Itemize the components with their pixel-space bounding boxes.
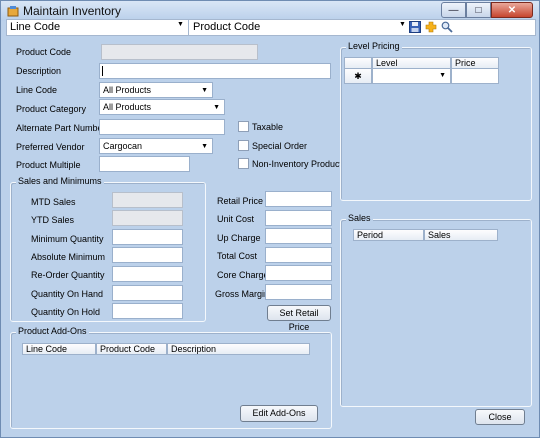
product-addons-title: Product Add-Ons [16, 326, 89, 336]
product-code-combo[interactable]: Product Code [193, 21, 260, 33]
product-category-label: Product Category [16, 104, 87, 114]
description-label: Description [16, 66, 62, 76]
add-icon[interactable] [425, 21, 437, 33]
core-charge-field[interactable] [265, 265, 332, 281]
title-bar: Maintain Inventory — □ ✕ [1, 1, 539, 21]
preferred-vendor-value: Cargocan [103, 141, 143, 151]
reorder-quantity-field[interactable] [112, 266, 183, 282]
set-retail-price-button[interactable]: Set Retail Price [267, 305, 331, 332]
mtd-sales-label: MTD Sales [31, 197, 76, 207]
sales-title: Sales [346, 213, 373, 223]
product-code-dropdown-icon[interactable]: ▼ [399, 21, 406, 28]
minimum-quantity-label: Minimum Quantity [31, 234, 104, 244]
reorder-quantity-label: Re-Order Quantity [31, 270, 105, 280]
unit-cost-field[interactable] [265, 210, 332, 226]
sales-grid: Period Sales [353, 229, 498, 241]
description-field[interactable] [99, 63, 331, 79]
product-code-column-header[interactable]: Product Code [96, 343, 167, 355]
special-order-label: Special Order [252, 141, 308, 151]
gross-margin-label: Gross Margin [215, 289, 270, 299]
maintain-inventory-window: Maintain Inventory — □ ✕ Line Code ▼ Pro… [0, 0, 540, 438]
alternate-part-label: Alternate Part Number [16, 123, 106, 133]
taxable-label: Taxable [252, 122, 284, 132]
new-row: ✱ ▼ [344, 68, 499, 84]
toolbar-separator [188, 20, 189, 35]
special-order-checkbox[interactable] [238, 140, 249, 151]
quantity-on-hand-label: Quantity On Hand [31, 289, 104, 299]
description-column-header[interactable]: Description [167, 343, 310, 355]
product-code-field [101, 44, 258, 60]
line-code-column-header[interactable]: Line Code [22, 343, 96, 355]
chevron-down-icon: ▼ [201, 87, 208, 94]
ytd-sales-field [112, 210, 183, 226]
level-cell-select[interactable]: ▼ [372, 68, 451, 84]
quantity-on-hold-field[interactable] [112, 303, 183, 319]
non-inventory-checkbox[interactable] [238, 158, 249, 169]
window-title: Maintain Inventory [23, 4, 122, 18]
sales-and-minimums-title: Sales and Minimums [16, 176, 104, 186]
sales-column-header[interactable]: Sales [424, 229, 498, 241]
close-window-button[interactable]: ✕ [491, 2, 533, 18]
up-charge-label: Up Charge [217, 233, 261, 243]
minimum-quantity-field[interactable] [112, 229, 183, 245]
edit-addons-button[interactable]: Edit Add-Ons [240, 405, 318, 422]
up-charge-field[interactable] [265, 228, 332, 244]
line-code-combo[interactable]: Line Code [10, 21, 60, 33]
gross-margin-field[interactable] [265, 284, 332, 300]
alternate-part-field[interactable] [99, 119, 225, 135]
chevron-down-icon: ▼ [201, 143, 208, 150]
product-multiple-label: Product Multiple [16, 160, 81, 170]
period-column-header[interactable]: Period [353, 229, 424, 241]
line-code-select[interactable]: All Products ▼ [99, 82, 213, 98]
sales-grid-header: Period Sales [353, 229, 498, 241]
quantity-on-hold-label: Quantity On Hold [31, 307, 101, 317]
level-pricing-title: Level Pricing [346, 41, 402, 51]
product-multiple-field[interactable] [99, 156, 190, 172]
price-cell[interactable] [451, 68, 499, 84]
chevron-down-icon: ▼ [439, 72, 446, 79]
absolute-minimum-field[interactable] [112, 247, 183, 263]
maximize-button[interactable]: □ [466, 2, 491, 18]
total-cost-field[interactable] [265, 247, 332, 263]
save-icon[interactable] [409, 21, 421, 33]
level-pricing-grid: Level Price ✱ ▼ [344, 57, 499, 84]
quantity-on-hand-field[interactable] [112, 285, 183, 301]
window-controls: — □ ✕ [441, 2, 533, 18]
retail-price-label: Retail Price [217, 196, 264, 206]
line-code-value: All Products [103, 85, 152, 95]
close-button[interactable]: Close [475, 409, 525, 425]
absolute-minimum-label: Absolute Minimum [31, 252, 106, 262]
core-charge-label: Core Charge [217, 270, 269, 280]
chevron-down-icon: ▼ [213, 104, 220, 111]
line-code-dropdown-icon[interactable]: ▼ [177, 21, 184, 28]
preferred-vendor-label: Preferred Vendor [16, 142, 85, 152]
search-icon[interactable] [441, 21, 453, 33]
retail-price-field[interactable] [265, 191, 332, 207]
line-code-label: Line Code [16, 85, 58, 95]
addons-grid: Line Code Product Code Description [22, 343, 310, 355]
toolbar: Line Code ▼ Product Code ▼ [6, 19, 536, 36]
text-cursor [102, 65, 103, 76]
new-row-marker: ✱ [344, 68, 372, 84]
product-category-select[interactable]: All Products ▼ [99, 99, 225, 115]
non-inventory-label: Non-Inventory Product [252, 159, 343, 169]
minimize-button[interactable]: — [441, 2, 466, 18]
unit-cost-label: Unit Cost [217, 214, 255, 224]
taxable-checkbox[interactable] [238, 121, 249, 132]
preferred-vendor-select[interactable]: Cargocan ▼ [99, 138, 213, 154]
product-code-label: Product Code [16, 47, 72, 57]
product-category-value: All Products [103, 102, 152, 112]
ytd-sales-label: YTD Sales [31, 215, 75, 225]
mtd-sales-field [112, 192, 183, 208]
app-icon [7, 6, 19, 17]
total-cost-label: Total Cost [217, 251, 258, 261]
addons-grid-header: Line Code Product Code Description [22, 343, 310, 355]
sales-group: Sales [340, 213, 532, 407]
